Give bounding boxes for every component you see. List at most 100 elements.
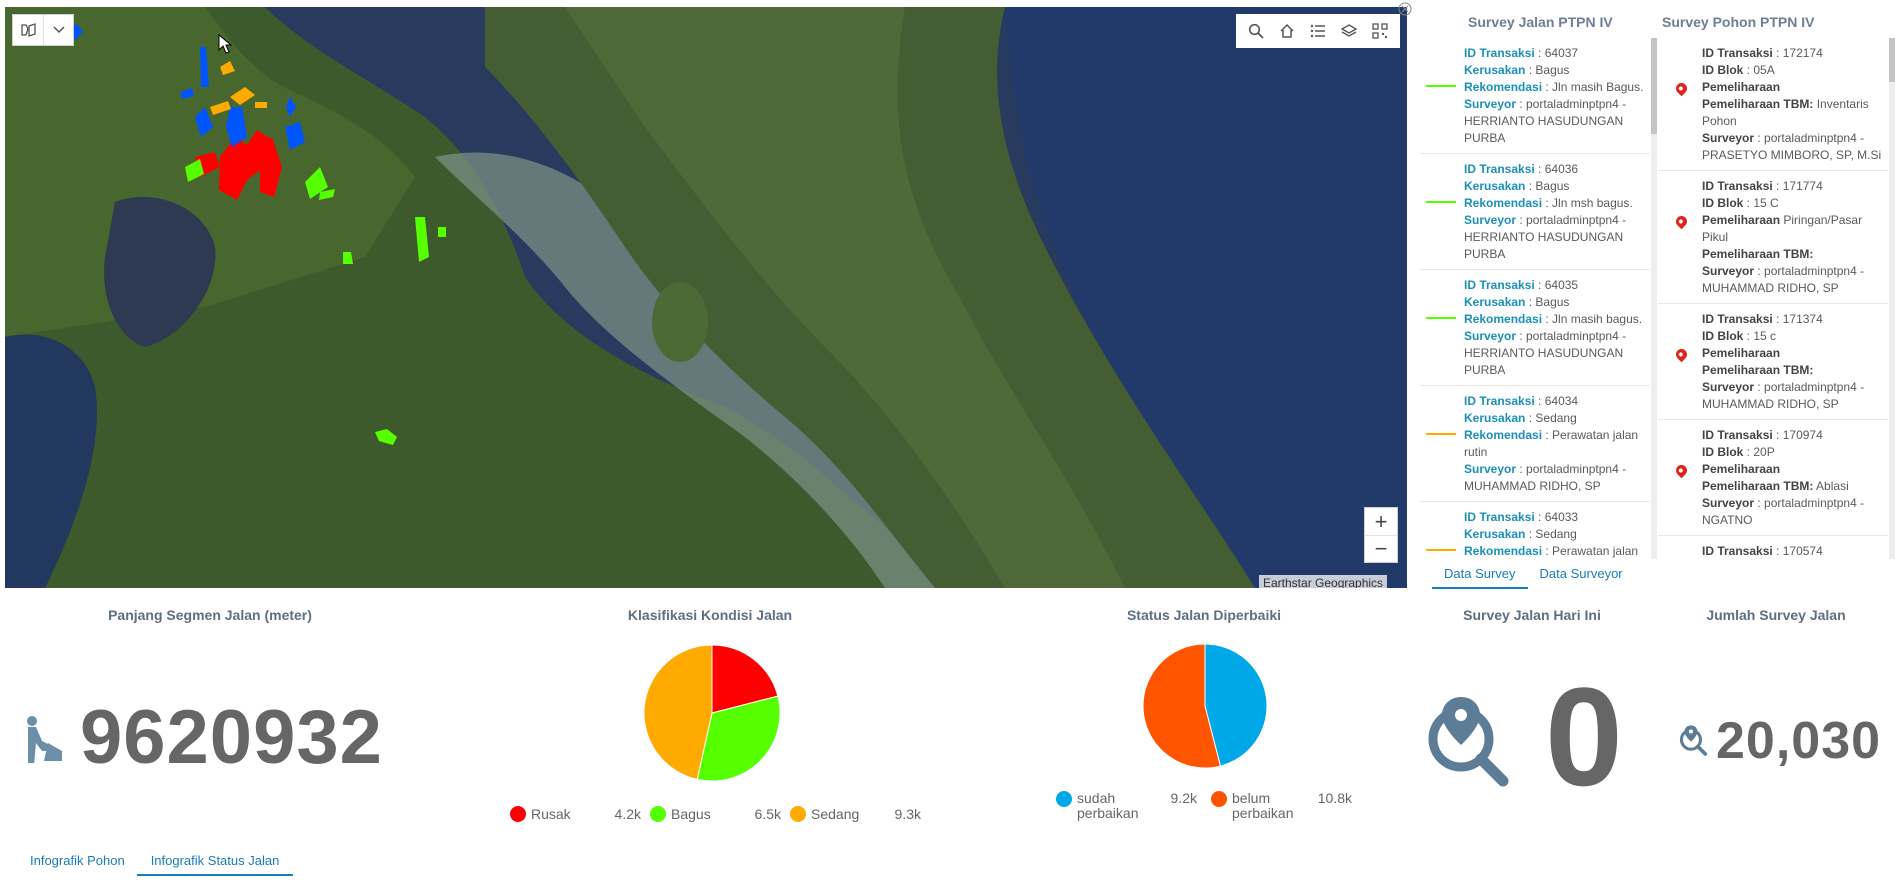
survey-jalan-item[interactable]: ID Transaksi : 64037 Kerusakan : Bagus R…: [1420, 38, 1650, 154]
legend-item[interactable]: belum perbaikan 10.8k: [1211, 791, 1376, 821]
survey-jalan-item[interactable]: ID Transaksi : 64036 Kerusakan : Bagus R…: [1420, 154, 1650, 270]
kerusakan-label: Kerusakan: [1464, 179, 1526, 193]
legend-item[interactable]: Rusak 4.2k: [510, 806, 650, 822]
survey-pohon-item[interactable]: ID Transaksi : 170974 ID Blok : 20P Pemeli…: [1658, 420, 1888, 536]
status-legend: sudah perbaikan 9.2k belum perbaikan 10.…: [1056, 791, 1386, 821]
road-segment-symbol: [1420, 393, 1464, 495]
expand-icon[interactable]: [1398, 2, 1414, 18]
layers-icon[interactable]: [1336, 18, 1362, 44]
survey-jalan-item[interactable]: ID Transaksi : 64035 Kerusakan : Bagus R…: [1420, 270, 1650, 386]
hari-ini-value: 0: [1545, 658, 1624, 815]
map-view[interactable]: + − Earthstar Geographics: [5, 7, 1407, 588]
id-value: 64037: [1544, 46, 1579, 60]
survey-pohon-item[interactable]: ID Transaksi : 171774 ID Blok : 15 C Pemel…: [1658, 171, 1888, 304]
pemeliharaan-label: Pemeliharaan: [1702, 346, 1781, 360]
kerusakan-label: Kerusakan: [1464, 527, 1526, 541]
rekomendasi-label: Rekomendasi: [1464, 312, 1543, 326]
id-value: 64035: [1544, 278, 1579, 292]
layers-list-icon[interactable]: [13, 15, 43, 45]
qr-icon[interactable]: [1367, 18, 1393, 44]
kerusakan-value: Bagus: [1535, 179, 1570, 193]
tab-infografik-pohon[interactable]: Infografik Pohon: [18, 853, 137, 876]
panjang-value: 9620932: [80, 695, 383, 780]
survey-jalan-text: ID Transaksi : 64036 Kerusakan : Bagus R…: [1464, 162, 1633, 261]
rekomendasi-value: Jln masih Bagus.: [1552, 80, 1644, 94]
rekomendasi-value: Perawatan jalan: [1552, 544, 1639, 558]
id-value: 172174: [1782, 46, 1823, 60]
survey-pohon-text: ID Transaksi : 171774 ID Blok : 15 C Pemel…: [1702, 179, 1865, 295]
klasifikasi-pie-chart[interactable]: [642, 643, 782, 783]
map-toolbar-left: [12, 14, 74, 46]
road-line-icon: [1426, 317, 1456, 319]
survey-jalan-list[interactable]: ID Transaksi : 64037 Kerusakan : Bagus R…: [1420, 38, 1650, 559]
legend-value: 9.2k: [1170, 790, 1197, 806]
zoom-in-button[interactable]: +: [1365, 508, 1397, 535]
survey-pohon-list[interactable]: ID Transaksi : 172174 ID Blok : 05A Pemeli…: [1658, 38, 1888, 559]
bottom-tabs: Infografik Pohon Infografik Status Jalan: [18, 853, 294, 876]
rekomendasi-label: Rekomendasi: [1464, 428, 1543, 442]
jumlah-value: 20,030: [1716, 712, 1882, 770]
tree-symbol: [1658, 427, 1702, 529]
rekomendasi-label: Rekomendasi: [1464, 196, 1543, 210]
road-segment-symbol: [1420, 277, 1464, 379]
legend-swatch: [1056, 791, 1072, 807]
survey-jalan-text: ID Transaksi : 64034 Kerusakan : Sedang …: [1464, 394, 1639, 493]
satellite-basemap: [5, 7, 1407, 588]
road-worker-icon: [22, 713, 66, 765]
zoom-out-button[interactable]: −: [1365, 535, 1397, 562]
legend-value: 6.5k: [754, 806, 781, 822]
survey-jalan-scrollbar[interactable]: [1651, 38, 1657, 559]
pemeliharaan-label: Pemeliharaan: [1702, 213, 1781, 227]
legend-item[interactable]: sudah perbaikan 9.2k: [1056, 791, 1211, 821]
home-icon[interactable]: [1274, 18, 1300, 44]
id-label: ID Transaksi: [1702, 428, 1773, 442]
legend-value: 4.2k: [614, 806, 641, 822]
survey-pohon-item[interactable]: ID Transaksi : 170574ID Blok : 16 R: [1658, 536, 1888, 559]
survey-jalan-item[interactable]: ID Transaksi : 64034 Kerusakan : Sedang …: [1420, 386, 1650, 502]
id-value: 64036: [1544, 162, 1579, 176]
survey-jalan-item[interactable]: ID Transaksi : 64033 Kerusakan : Sedang …: [1420, 502, 1650, 559]
tab-infografik-status-jalan[interactable]: Infografik Status Jalan: [136, 853, 294, 876]
jumlah-title: Jumlah Survey Jalan: [1706, 607, 1846, 623]
legend-label: belum perbaikan: [1232, 790, 1294, 821]
status-pie-chart[interactable]: [1142, 643, 1268, 769]
id-value: 64033: [1544, 510, 1579, 524]
road-line-icon: [1426, 85, 1456, 87]
kerusakan-value: Bagus: [1535, 63, 1570, 77]
map-search-icon: [1423, 687, 1511, 787]
hari-ini-title: Survey Jalan Hari Ini: [1463, 607, 1601, 623]
surveyor-label: Surveyor: [1702, 380, 1755, 394]
pie-slice-sedang[interactable]: [643, 644, 713, 780]
legend-label: sudah perbaikan: [1077, 790, 1139, 821]
pemeliharaan-tbm-label: Pemeliharaan TBM:: [1702, 363, 1814, 377]
survey-pohon-scrollbar[interactable]: [1889, 38, 1895, 559]
road-segment-symbol: [1420, 509, 1464, 559]
legend-icon[interactable]: [1305, 18, 1331, 44]
tree-symbol: [1658, 45, 1702, 164]
search-icon[interactable]: [1243, 18, 1269, 44]
id-label: ID Transaksi: [1702, 46, 1773, 60]
tab-data-survey[interactable]: Data Survey: [1432, 566, 1528, 589]
legend-item[interactable]: Sedang 9.3k: [790, 806, 930, 822]
survey-pohon-scrollthumb[interactable]: [1889, 38, 1895, 82]
klasifikasi-title: Klasifikasi Kondisi Jalan: [627, 607, 793, 623]
survey-pohon-item[interactable]: ID Transaksi : 172174 ID Blok : 05A Pemeli…: [1658, 38, 1888, 171]
id-label: ID Transaksi: [1464, 162, 1535, 176]
tab-data-surveyor[interactable]: Data Surveyor: [1528, 566, 1635, 589]
legend-label: Sedang: [811, 806, 860, 822]
legend-swatch: [650, 806, 666, 822]
surveyor-label: Surveyor: [1464, 213, 1517, 227]
survey-pohon-text: ID Transaksi : 171374 ID Blok : 15 c Pemel…: [1702, 312, 1865, 411]
blok-value: 05A: [1753, 63, 1775, 77]
legend-item[interactable]: Bagus 6.5k: [650, 806, 790, 822]
blok-value: 20P: [1753, 445, 1775, 459]
pemeliharaan-tbm-label: Pemeliharaan TBM:: [1702, 97, 1814, 111]
survey-pohon-item[interactable]: ID Transaksi : 171374 ID Blok : 15 c Pemel…: [1658, 304, 1888, 420]
legend-label: Rusak: [531, 806, 571, 822]
tree-symbol: [1658, 311, 1702, 413]
map-search-small-icon: [1678, 722, 1708, 756]
road-line-icon: [1426, 433, 1456, 435]
id-value: 170974: [1782, 428, 1823, 442]
survey-jalan-scrollthumb[interactable]: [1651, 38, 1657, 134]
chevron-down-icon[interactable]: [43, 15, 73, 45]
